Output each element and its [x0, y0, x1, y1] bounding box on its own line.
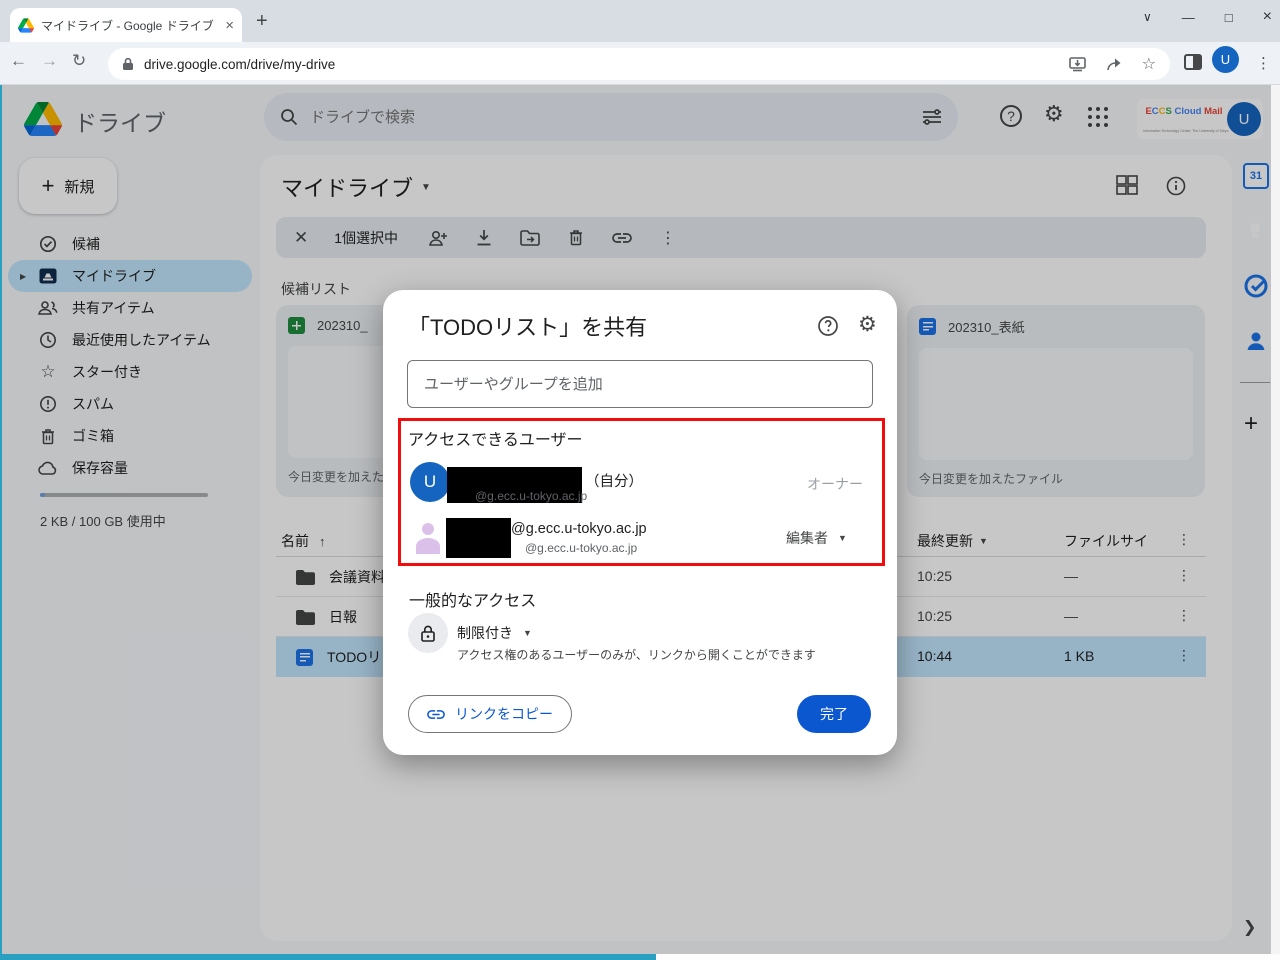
side-panel-icon[interactable] — [1184, 54, 1202, 70]
tab-strip: マイドライブ - Google ドライブ × + ∨ — □ × — [0, 0, 1280, 42]
general-access-title: 一般的なアクセス — [409, 587, 536, 611]
annotation-highlight-box — [398, 418, 885, 566]
window-edge-accent — [656, 954, 1280, 960]
browser-toolbar: ← → ↻ drive.google.com/drive/my-drive ☆ … — [0, 42, 1280, 85]
lock-icon — [122, 57, 134, 71]
window-minimize-icon[interactable]: — — [1182, 10, 1195, 25]
page-scrollbar[interactable] — [1271, 85, 1280, 954]
browser-menu-icon[interactable]: ⋮ — [1256, 54, 1271, 72]
browser-tab[interactable]: マイドライブ - Google ドライブ × — [10, 8, 242, 42]
address-bar[interactable]: drive.google.com/drive/my-drive ☆ — [108, 48, 1170, 80]
tab-close-icon[interactable]: × — [225, 17, 234, 34]
browser-profile-avatar[interactable]: U — [1212, 46, 1239, 73]
drive-favicon-icon — [18, 18, 34, 33]
general-access-description: アクセス権のあるユーザーのみが、リンクから開くことができます — [457, 646, 816, 663]
dialog-settings-gear-icon[interactable]: ⚙ — [858, 314, 877, 336]
window-chevron-icon[interactable]: ∨ — [1143, 10, 1152, 24]
copy-link-button[interactable]: リンクをコピー — [408, 695, 572, 733]
general-access-selector[interactable]: 制限付き ▼ — [457, 623, 532, 643]
general-access-value: 制限付き — [457, 623, 513, 643]
bookmark-star-icon[interactable]: ☆ — [1142, 54, 1156, 74]
done-button[interactable]: 完了 — [797, 695, 871, 733]
window-edge-accent — [0, 85, 2, 960]
copy-link-label: リンクをコピー — [455, 704, 553, 724]
browser-window: マイドライブ - Google ドライブ × + ∨ — □ × ← → ↻ d… — [0, 0, 1280, 960]
forward-icon[interactable]: → — [41, 51, 58, 71]
dialog-title: 「TODOリスト」を共有 — [408, 310, 647, 342]
share-icon[interactable] — [1106, 57, 1122, 72]
add-people-input[interactable] — [407, 360, 873, 408]
dialog-help-icon[interactable] — [817, 315, 839, 337]
new-tab-button[interactable]: + — [256, 10, 268, 33]
window-edge-accent — [0, 954, 656, 960]
url-text: drive.google.com/drive/my-drive — [144, 57, 1069, 72]
restricted-lock-icon — [408, 613, 448, 653]
chevron-down-icon: ▼ — [523, 628, 532, 638]
install-icon[interactable] — [1069, 57, 1086, 72]
tab-title: マイドライブ - Google ドライブ — [41, 17, 218, 34]
window-close-icon[interactable]: × — [1263, 8, 1272, 26]
back-icon[interactable]: ← — [10, 51, 27, 71]
reload-icon[interactable]: ↻ — [72, 51, 86, 71]
window-maximize-icon[interactable]: □ — [1225, 10, 1233, 25]
